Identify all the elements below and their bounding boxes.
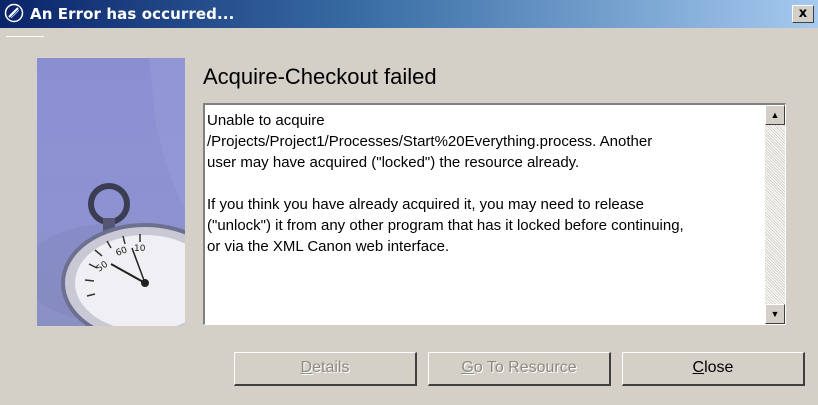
go-to-resource-label: o To Resource bbox=[473, 359, 577, 376]
message-line: Unable to acquire bbox=[207, 112, 325, 129]
decorative-line bbox=[6, 36, 44, 37]
scroll-up-arrow-icon: ▲ bbox=[770, 110, 780, 120]
details-label: etails bbox=[312, 359, 350, 376]
vertical-scrollbar[interactable]: ▲ ▼ bbox=[765, 105, 785, 324]
message-line: user may have acquired ("locked") the re… bbox=[207, 154, 580, 171]
close-window-button[interactable]: x bbox=[792, 5, 814, 23]
message-paragraph-2: If you think you have already acquired i… bbox=[207, 194, 767, 257]
message-line: or via the XML Canon web interface. bbox=[207, 238, 450, 255]
scroll-down-arrow-icon: ▼ bbox=[770, 309, 780, 319]
details-mnemonic: D bbox=[300, 359, 313, 376]
scroll-up-button[interactable]: ▲ bbox=[765, 105, 785, 125]
message-line: ("unlock") it from any other program tha… bbox=[207, 217, 684, 234]
scroll-down-button[interactable]: ▼ bbox=[765, 304, 785, 324]
stopwatch-illustration: 50 60 10 bbox=[37, 58, 185, 326]
app-icon bbox=[4, 3, 24, 23]
close-icon: x bbox=[798, 6, 808, 21]
stopwatch-icon: 50 60 10 bbox=[37, 58, 185, 326]
go-to-resource-mnemonic: G bbox=[461, 359, 474, 376]
close-mnemonic: C bbox=[692, 359, 705, 376]
close-button[interactable]: Close bbox=[622, 352, 805, 386]
details-button[interactable]: Details bbox=[234, 352, 417, 386]
window-title: An Error has occurred... bbox=[30, 5, 235, 23]
title-bar[interactable]: An Error has occurred... x bbox=[0, 0, 818, 28]
message-text-area[interactable]: Unable to acquire /Projects/Project1/Pro… bbox=[203, 103, 786, 325]
close-label: lose bbox=[704, 359, 734, 376]
message-text: Unable to acquire /Projects/Project1/Pro… bbox=[207, 110, 767, 278]
go-to-resource-button[interactable]: Go To Resource bbox=[428, 352, 611, 386]
dialog-heading: Acquire-Checkout failed bbox=[203, 64, 437, 89]
message-line: If you think you have already acquired i… bbox=[207, 196, 644, 213]
error-dialog-window: An Error has occurred... x 50 60 10 Acqu… bbox=[0, 0, 818, 405]
message-line: /Projects/Project1/Processes/Start%20Eve… bbox=[207, 133, 653, 150]
message-paragraph-1: Unable to acquire /Projects/Project1/Pro… bbox=[207, 110, 767, 173]
svg-text:10: 10 bbox=[134, 244, 146, 254]
